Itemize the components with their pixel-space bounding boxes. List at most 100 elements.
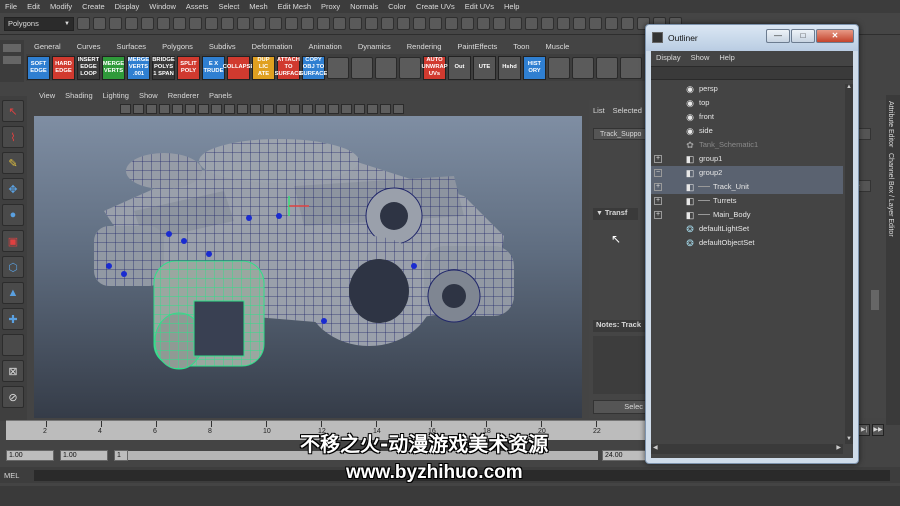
panel-menu-show[interactable]: Show bbox=[134, 91, 163, 100]
status-line-tool-icon[interactable] bbox=[157, 17, 170, 30]
minimize-button[interactable]: — bbox=[766, 29, 790, 43]
shelf-button-bridge-polys-1-span[interactable]: BRIDGE POLYS 1 SPAN bbox=[152, 55, 175, 80]
shelf-tab-curves[interactable]: Curves bbox=[69, 42, 109, 51]
menu-modify[interactable]: Modify bbox=[45, 2, 77, 11]
status-line-tool-icon[interactable] bbox=[573, 17, 586, 30]
panel-menu-renderer[interactable]: Renderer bbox=[163, 91, 204, 100]
status-line-tool-icon[interactable] bbox=[125, 17, 138, 30]
status-line-tool-icon[interactable] bbox=[269, 17, 282, 30]
menu-normals[interactable]: Normals bbox=[345, 2, 383, 11]
status-line-tool-icon[interactable] bbox=[221, 17, 234, 30]
expand-icon[interactable]: + bbox=[654, 155, 662, 163]
lasso-tool-icon[interactable]: ⌇ bbox=[2, 126, 24, 148]
shelf-button-auto-unwrap-uvs[interactable]: AUTO UNWRAP UVs bbox=[422, 55, 448, 80]
outliner-filter-field[interactable] bbox=[651, 66, 853, 80]
outliner-item-main-body[interactable]: + ◧ Main_Body bbox=[651, 208, 843, 222]
status-line-tool-icon[interactable] bbox=[381, 17, 394, 30]
outliner-item-defaultlightset[interactable]: ❂ defaultLightSet bbox=[651, 222, 843, 236]
range-start-handle[interactable]: 1 bbox=[114, 449, 128, 461]
shelf-menu-icon[interactable] bbox=[3, 44, 21, 52]
panel-tool-icon[interactable] bbox=[302, 103, 313, 114]
panel-tool-icon[interactable] bbox=[354, 103, 365, 114]
shelf-button-hard-edge[interactable]: HARD EDGE bbox=[52, 55, 75, 80]
status-line-tool-icon[interactable] bbox=[173, 17, 186, 30]
close-button[interactable]: ✕ bbox=[816, 29, 854, 43]
shelf-button-ute[interactable]: UTE bbox=[473, 55, 496, 80]
outliner-menu-help[interactable]: Help bbox=[714, 53, 739, 62]
menu-select[interactable]: Select bbox=[213, 2, 244, 11]
playback-end-field[interactable]: 24.00 bbox=[602, 449, 650, 461]
status-line-tool-icon[interactable] bbox=[605, 17, 618, 30]
menu-help[interactable]: Help bbox=[499, 2, 524, 11]
scale-tool-icon[interactable]: ▣ bbox=[2, 230, 24, 252]
menu-create[interactable]: Create bbox=[77, 2, 110, 11]
notes-textarea[interactable] bbox=[593, 336, 648, 394]
outliner-item-top[interactable]: ◉ top bbox=[651, 96, 843, 110]
shelf-tab-rendering[interactable]: Rendering bbox=[399, 42, 450, 51]
outliner-item-group2[interactable]: − ◧ group2 bbox=[651, 166, 843, 180]
panel-tool-icon[interactable] bbox=[328, 103, 339, 114]
panel-tool-icon[interactable] bbox=[393, 103, 404, 114]
menu-set-selector[interactable]: Polygons ▼ bbox=[4, 16, 74, 31]
shelf-tab-general[interactable]: General bbox=[26, 42, 69, 51]
show-manip-icon[interactable]: ✚ bbox=[2, 308, 24, 330]
select-button[interactable]: Selec bbox=[593, 400, 648, 414]
menu-edit-mesh[interactable]: Edit Mesh bbox=[273, 2, 316, 11]
status-line-tool-icon[interactable] bbox=[365, 17, 378, 30]
status-line-tool-icon[interactable] bbox=[621, 17, 634, 30]
status-line-tool-icon[interactable] bbox=[301, 17, 314, 30]
panel-tool-icon[interactable] bbox=[133, 103, 144, 114]
outliner-item-turrets[interactable]: + ◧ Turrets bbox=[651, 194, 843, 208]
status-line-tool-icon[interactable] bbox=[205, 17, 218, 30]
channel-box-selected-menu[interactable]: Selected bbox=[613, 106, 642, 115]
shelf-tab-dynamics[interactable]: Dynamics bbox=[350, 42, 399, 51]
status-line-tool-icon[interactable] bbox=[493, 17, 506, 30]
outliner-title-bar[interactable]: Outliner — □ ✕ bbox=[646, 25, 858, 51]
shelf-tab-surfaces[interactable]: Surfaces bbox=[108, 42, 154, 51]
shelf-button-copy-obj-to-surface[interactable]: COPY OBJ TO SURFACE bbox=[300, 55, 327, 80]
outliner-item-defaultobjectset[interactable]: ❂ defaultObjectSet bbox=[651, 236, 843, 250]
status-line-tool-icon[interactable] bbox=[461, 17, 474, 30]
outliner-menu-display[interactable]: Display bbox=[651, 53, 686, 62]
panel-tool-icon[interactable] bbox=[224, 103, 235, 114]
collapse-icon[interactable]: − bbox=[654, 169, 662, 177]
shelf-button-collapse[interactable]: COLLAPSE bbox=[223, 55, 254, 80]
panel-tool-icon[interactable] bbox=[172, 103, 183, 114]
layout-outliner-icon[interactable]: ⊘ bbox=[2, 386, 24, 408]
panel-tool-icon[interactable] bbox=[276, 103, 287, 114]
shelf-tab-painteffects[interactable]: PaintEffects bbox=[449, 42, 505, 51]
channel-box-layer-editor-tab[interactable]: Channel Box / Layer Editor bbox=[887, 153, 894, 237]
menu-display[interactable]: Display bbox=[110, 2, 145, 11]
status-line-tool-icon[interactable] bbox=[317, 17, 330, 30]
shelf-button-hshd[interactable]: Hshd bbox=[498, 55, 521, 80]
universal-manip-icon[interactable]: ⬡ bbox=[2, 256, 24, 278]
menu-proxy[interactable]: Proxy bbox=[316, 2, 345, 11]
scroll-up-icon[interactable]: ▲ bbox=[845, 84, 853, 92]
panel-menu-shading[interactable]: Shading bbox=[60, 91, 98, 100]
transform-section-header[interactable]: ▼ Transf bbox=[593, 208, 638, 220]
uv-tool-icon[interactable] bbox=[548, 56, 570, 79]
panel-tool-icon[interactable] bbox=[315, 103, 326, 114]
status-line-tool-icon[interactable] bbox=[237, 17, 250, 30]
status-line-tool-icon[interactable] bbox=[349, 17, 362, 30]
panel-tool-icon[interactable] bbox=[237, 103, 248, 114]
perspective-viewport[interactable] bbox=[34, 116, 582, 418]
panel-tool-icon[interactable] bbox=[146, 103, 157, 114]
panel-tool-icon[interactable] bbox=[341, 103, 352, 114]
cleanup-icon[interactable] bbox=[399, 56, 421, 79]
shelf-tab-toon[interactable]: Toon bbox=[505, 42, 537, 51]
menu-edit-uvs[interactable]: Edit UVs bbox=[460, 2, 499, 11]
status-line-tool-icon[interactable] bbox=[93, 17, 106, 30]
move-tool-icon[interactable]: ✥ bbox=[2, 178, 24, 200]
status-line-tool-icon[interactable] bbox=[525, 17, 538, 30]
outliner-menu-show[interactable]: Show bbox=[686, 53, 715, 62]
status-line-tool-icon[interactable] bbox=[109, 17, 122, 30]
panel-tool-icon[interactable] bbox=[211, 103, 222, 114]
status-line-tool-icon[interactable] bbox=[477, 17, 490, 30]
pivot-tool-icon[interactable] bbox=[596, 56, 618, 79]
outliner-item-persp[interactable]: ◉ persp bbox=[651, 82, 843, 96]
channel-box-scrollbar[interactable] bbox=[871, 290, 879, 310]
select-tool-icon[interactable]: ↖ bbox=[2, 100, 24, 122]
shelf-button-out[interactable]: Out bbox=[448, 55, 471, 80]
soft-mod-icon[interactable]: ▲ bbox=[2, 282, 24, 304]
